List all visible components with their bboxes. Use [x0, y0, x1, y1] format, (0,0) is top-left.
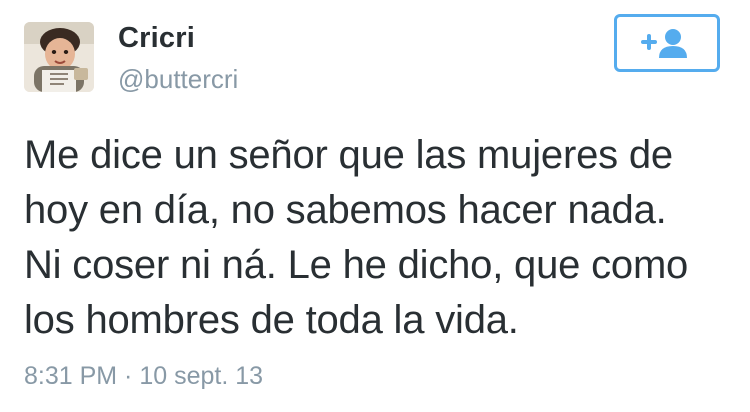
tweet-card: Cricri @buttercri Me dice un señor que l…	[0, 0, 750, 412]
tweet-text: Me dice un señor que las mujeres de hoy …	[24, 133, 689, 342]
display-name[interactable]: Cricri	[118, 22, 195, 55]
follow-button[interactable]	[614, 14, 720, 72]
profile-photo-icon	[24, 22, 94, 92]
avatar[interactable]	[24, 22, 94, 92]
tweet-timestamp[interactable]: 8:31 PM · 10 sept. 13	[24, 362, 263, 391]
follow-person-plus-icon	[641, 29, 687, 58]
user-handle[interactable]: @buttercri	[118, 64, 238, 95]
